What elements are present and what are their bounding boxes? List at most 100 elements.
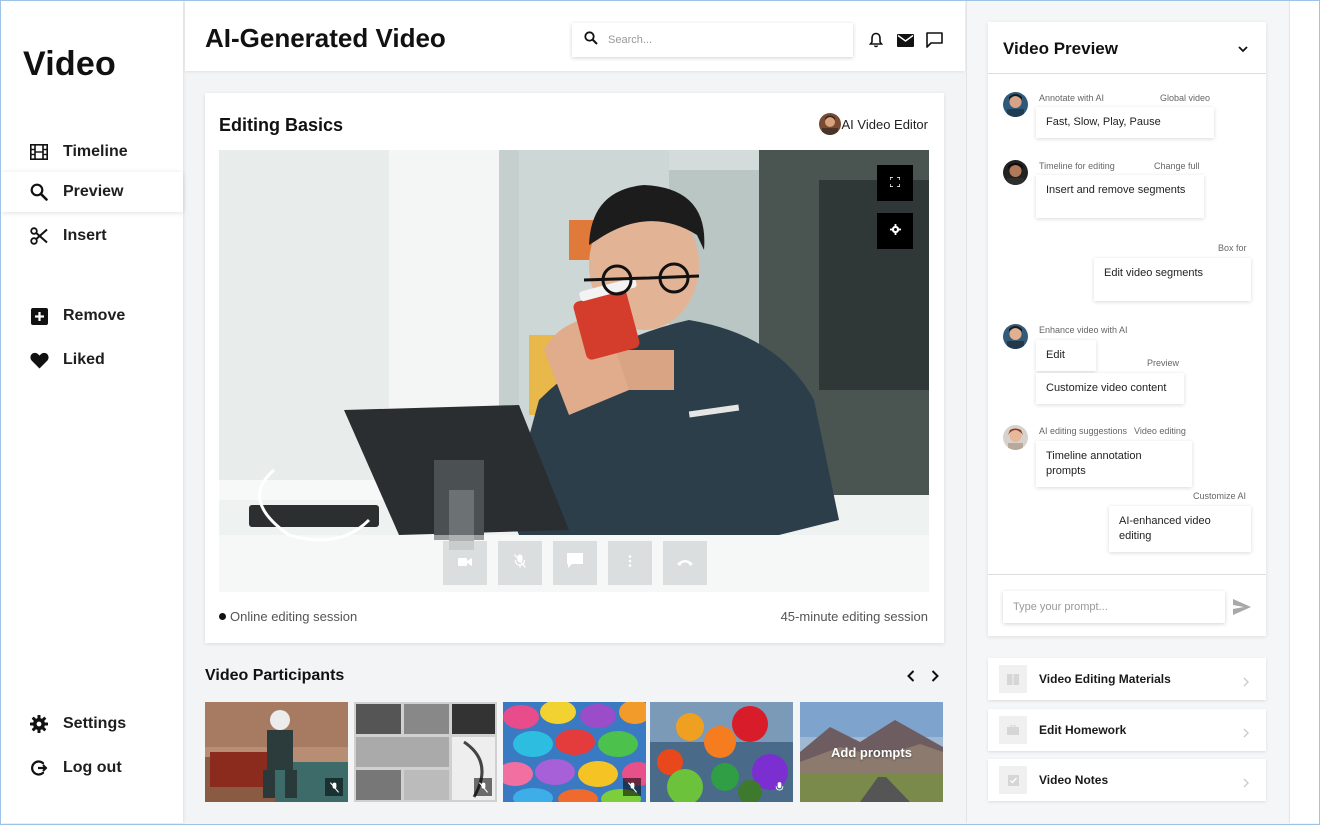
avatar xyxy=(818,113,841,135)
video-player[interactable] xyxy=(219,150,929,592)
chevron-right-icon xyxy=(1242,725,1250,738)
participant-thumb[interactable] xyxy=(650,702,793,802)
mic-off-icon xyxy=(325,778,343,796)
next-arrow-icon[interactable] xyxy=(927,667,943,685)
sidebar: Video Timeline Preview Insert Remove Lik… xyxy=(1,1,183,823)
message-bubble: Insert and remove segments xyxy=(1036,175,1204,218)
sidebar-item-insert[interactable]: Insert xyxy=(1,216,183,256)
fullscreen-icon xyxy=(889,174,901,192)
sidebar-item-remove[interactable]: Remove xyxy=(1,296,183,336)
mic-icon xyxy=(770,778,788,796)
avatar xyxy=(1003,425,1028,450)
search-icon xyxy=(584,30,598,50)
chat-icon[interactable] xyxy=(925,31,943,49)
link-video-editing-materials[interactable]: Video Editing Materials xyxy=(988,658,1266,700)
message-meta: Customize AI xyxy=(1193,491,1247,501)
mute-button[interactable] xyxy=(498,541,542,585)
sidebar-item-liked[interactable]: Liked xyxy=(1,340,183,380)
scissors-icon xyxy=(29,226,49,246)
participant-thumb[interactable] xyxy=(503,702,646,802)
book-icon xyxy=(999,665,1027,693)
video-frame xyxy=(219,150,929,592)
gear-icon xyxy=(889,222,901,240)
message-bubble: Edit video segments xyxy=(1094,258,1251,301)
sidebar-item-label: Timeline xyxy=(63,143,128,160)
link-video-notes[interactable]: Video Notes xyxy=(988,759,1266,801)
sidebar-item-label: Preview xyxy=(63,183,124,200)
editing-card: Editing Basics AI Video Editor Online ed… xyxy=(205,93,944,643)
hang-up-button[interactable] xyxy=(663,541,707,585)
sidebar-item-logout[interactable]: Log out xyxy=(1,748,183,788)
mail-icon[interactable] xyxy=(896,31,914,49)
message-bubble: AI-enhanced video editing xyxy=(1109,506,1251,552)
bell-icon[interactable] xyxy=(867,31,885,49)
message-meta: Annotate with AI xyxy=(1039,93,1105,103)
chevron-right-icon xyxy=(1242,674,1250,687)
message-bubble: Timeline annotation prompts xyxy=(1036,441,1192,487)
message-meta: Enhance video with AI xyxy=(1039,325,1128,335)
more-button[interactable] xyxy=(608,541,652,585)
sidebar-item-label: Log out xyxy=(63,759,122,776)
checklist-icon xyxy=(999,766,1027,794)
chat-button[interactable] xyxy=(553,541,597,585)
right-edge xyxy=(1289,1,1319,823)
message-meta: Preview xyxy=(1147,358,1180,368)
chevron-down-icon[interactable] xyxy=(1236,42,1250,56)
participant-thumb[interactable] xyxy=(354,702,497,802)
editor-tag[interactable]: AI Video Editor xyxy=(818,113,928,135)
mic-off-icon xyxy=(623,778,641,796)
sidebar-item-label: Liked xyxy=(63,351,105,368)
camera-icon xyxy=(458,554,472,572)
session-status: Online editing session xyxy=(219,609,357,624)
search-box[interactable] xyxy=(572,23,853,57)
prev-arrow-icon[interactable] xyxy=(903,667,919,685)
gear-icon xyxy=(29,714,49,734)
status-text: Online editing session xyxy=(230,609,358,624)
brand-title: Video xyxy=(23,45,116,83)
message-meta: Change full xyxy=(1154,161,1200,171)
sidebar-item-label: Remove xyxy=(63,307,126,324)
sidebar-item-preview[interactable]: Preview xyxy=(1,172,183,212)
session-duration: 45-minute editing session xyxy=(780,609,928,624)
sidebar-item-settings[interactable]: Settings xyxy=(1,704,183,744)
link-label: Edit Homework xyxy=(1039,723,1127,737)
message-meta: Video editing xyxy=(1134,426,1186,436)
message-bubble: Fast, Slow, Play, Pause xyxy=(1036,107,1214,138)
avatar xyxy=(1003,160,1028,185)
chevron-right-icon xyxy=(1242,775,1250,788)
prompt-field[interactable] xyxy=(1003,591,1225,623)
fullscreen-button[interactable] xyxy=(877,165,913,201)
message-meta: Box for xyxy=(1218,243,1247,253)
search-input[interactable] xyxy=(608,34,828,46)
panel-header: Video Preview xyxy=(988,22,1266,74)
message-bubble: Customize video content xyxy=(1036,373,1184,404)
link-label: Video Editing Materials xyxy=(1039,672,1171,686)
add-prompts-thumb[interactable]: Add prompts xyxy=(800,702,943,802)
phone-hangup-icon xyxy=(677,554,693,572)
chat-icon xyxy=(567,553,583,573)
mic-off-icon xyxy=(474,778,492,796)
sidebar-item-timeline[interactable]: Timeline xyxy=(1,132,183,172)
video-settings-button[interactable] xyxy=(877,213,913,249)
prompt-input[interactable] xyxy=(1013,601,1213,613)
status-dot-icon xyxy=(219,613,226,620)
camera-button[interactable] xyxy=(443,541,487,585)
plus-box-icon xyxy=(29,306,49,326)
search-icon xyxy=(29,182,49,202)
top-bar: AI-Generated Video xyxy=(185,1,965,71)
link-edit-homework[interactable]: Edit Homework xyxy=(988,709,1266,751)
briefcase-icon xyxy=(999,716,1027,744)
participant-thumb[interactable] xyxy=(205,702,348,802)
link-label: Video Notes xyxy=(1039,773,1109,787)
message-bubble: Edit xyxy=(1036,340,1096,371)
panel-title: Video Preview xyxy=(1003,39,1118,58)
sidebar-item-label: Insert xyxy=(63,227,107,244)
message-meta: Timeline for editing xyxy=(1039,161,1115,171)
video-preview-panel: Video Preview Annotate with AI Global vi… xyxy=(988,22,1266,636)
send-icon[interactable] xyxy=(1233,599,1251,615)
heart-icon xyxy=(29,350,49,370)
mic-off-icon xyxy=(514,553,526,573)
avatar xyxy=(1003,324,1028,349)
card-title: Editing Basics xyxy=(219,115,344,135)
more-vertical-icon xyxy=(628,554,632,572)
